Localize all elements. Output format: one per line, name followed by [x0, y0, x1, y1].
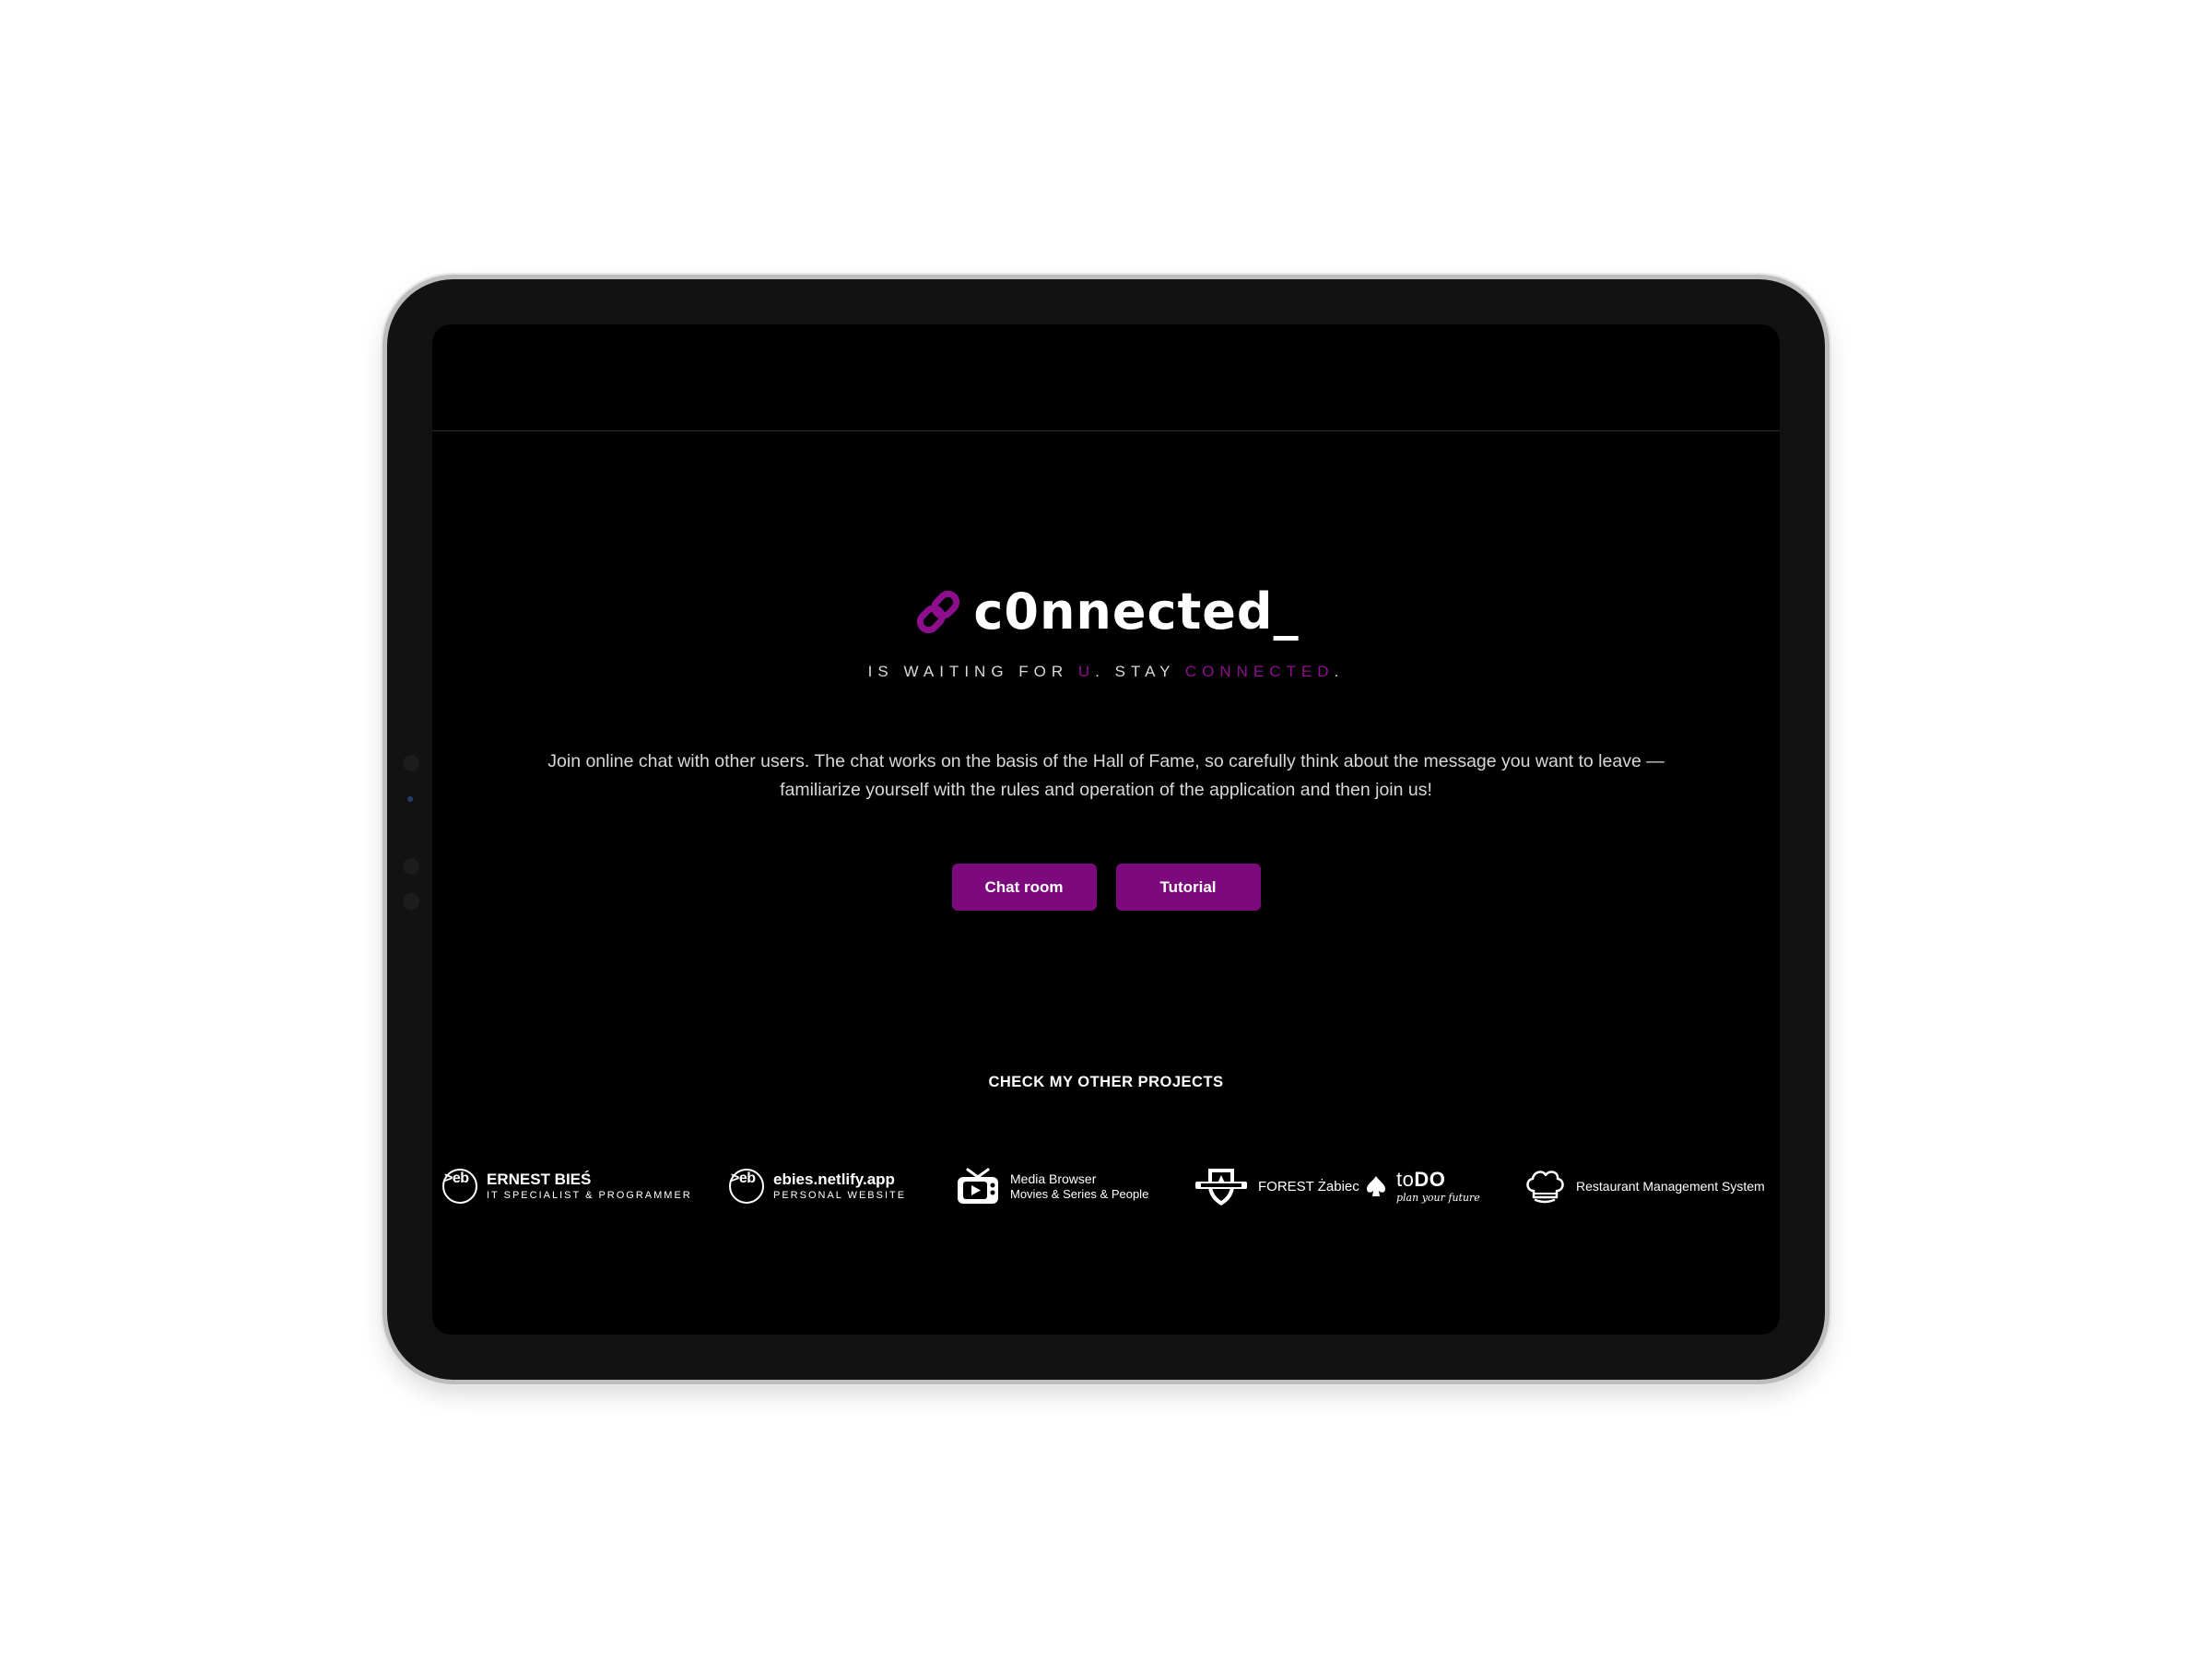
tagline-accent-u: U	[1077, 663, 1096, 680]
project-subtitle: IT SPECIALIST & PROGRAMMER	[487, 1190, 692, 1201]
project-subtitle: PERSONAL WEBSITE	[773, 1190, 907, 1201]
project-name: toDO	[1396, 1170, 1480, 1190]
project-forest-zabiec[interactable]: FOREST Żabiec	[1194, 1159, 1359, 1214]
tagline-part: . STAY	[1095, 663, 1185, 680]
tagline: IS WAITING FOR U. STAY CONNECTED.	[432, 663, 1780, 681]
chef-hat-icon	[1526, 1171, 1564, 1204]
tutorial-button[interactable]: Tutorial	[1115, 864, 1261, 911]
projects-title: CHECK MY OTHER PROJECTS	[988, 1074, 1224, 1090]
project-media-browser[interactable]: Media Browser Movies & Series & People	[955, 1159, 1148, 1214]
eb-logo-icon: >eb	[442, 1169, 477, 1204]
tablet-frame: c0nnected_ IS WAITING FOR U. STAY CONNEC…	[387, 279, 1825, 1380]
link-icon	[912, 586, 964, 638]
cta-buttons: Chat room Tutorial	[432, 864, 1780, 911]
project-subtitle: Movies & Series & People	[1010, 1187, 1149, 1201]
microphone-icon	[403, 893, 419, 910]
project-personal-website[interactable]: >eb ebies.netlify.app PERSONAL WEBSITE	[729, 1159, 906, 1214]
page: c0nnected_ IS WAITING FOR U. STAY CONNEC…	[0, 0, 2212, 1659]
tagline-part: IS WAITING FOR	[867, 663, 1078, 680]
project-restaurant-management[interactable]: Restaurant Management System	[1523, 1159, 1765, 1214]
logo[interactable]: c0nnected_	[432, 582, 1780, 641]
project-name: ebies.netlify.app	[773, 1171, 895, 1188]
tagline-part: .	[1334, 663, 1345, 680]
sensor-dot	[407, 796, 413, 802]
spade-icon	[1367, 1176, 1385, 1196]
project-name: ERNEST BIEŚ	[487, 1171, 592, 1188]
camera-icon	[403, 858, 419, 875]
project-ernest-bies[interactable]: >eb ERNEST BIEŚ IT SPECIALIST & PROGRAMM…	[442, 1159, 692, 1214]
shield-emblem-icon	[1195, 1169, 1247, 1206]
tv-play-icon	[958, 1168, 998, 1204]
eb-logo-icon: >eb	[729, 1169, 764, 1204]
todo-name-light: to	[1396, 1168, 1415, 1191]
tagline-accent-connected: CONNECTED	[1184, 663, 1335, 680]
chat-room-button[interactable]: Chat room	[951, 864, 1097, 911]
screen: c0nnected_ IS WAITING FOR U. STAY CONNEC…	[432, 324, 1780, 1335]
project-subtitle: plan your future	[1396, 1192, 1480, 1204]
description: Join online chat with other users. The c…	[547, 751, 1665, 800]
project-name: Media Browser	[1010, 1171, 1097, 1186]
projects-list: >eb ERNEST BIEŚ IT SPECIALIST & PROGRAMM…	[432, 1159, 1780, 1214]
top-bar	[432, 324, 1780, 431]
camera-icon	[403, 755, 419, 771]
hero-section: c0nnected_ IS WAITING FOR U. STAY CONNEC…	[432, 582, 1780, 911]
project-name: Restaurant Management System	[1576, 1179, 1765, 1194]
todo-name-bold: DO	[1414, 1168, 1446, 1191]
project-todo[interactable]: toDO plan your future	[1365, 1159, 1480, 1214]
project-name: FOREST Żabiec	[1258, 1178, 1359, 1194]
logo-text: c0nnected_	[973, 582, 1300, 641]
